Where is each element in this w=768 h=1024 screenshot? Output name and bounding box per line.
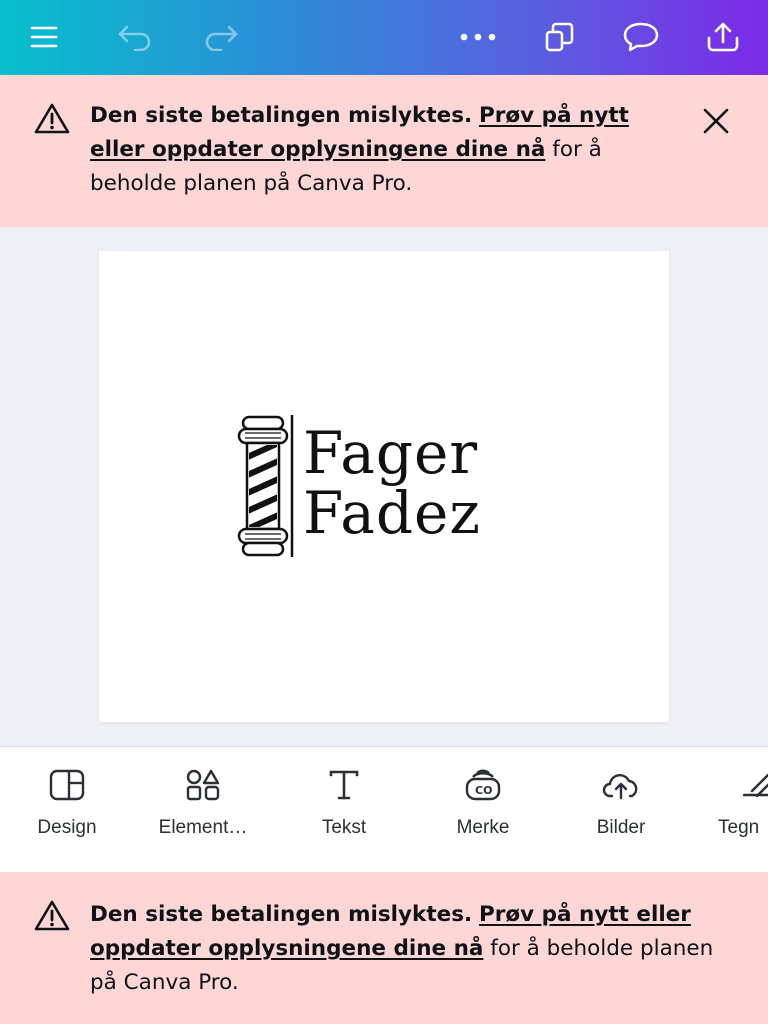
tool-draw-label: Tegn [718,817,760,838]
comment-icon [623,22,659,52]
payment-failed-banner: Den siste betalingen mislyktes. Prøv på … [0,75,768,227]
tool-elements[interactable]: Element… [138,765,268,855]
redo-icon [205,25,238,51]
tool-text[interactable]: Tekst [279,765,409,855]
tool-design-label: Design [37,817,97,838]
tool-brand[interactable]: CO Merke [418,765,548,855]
hamburger-icon [30,26,58,48]
brand-icon: CO [465,769,501,801]
warning-icon [34,103,70,134]
pages-icon [545,22,574,52]
payment-failed-banner-bottom: Den siste betalingen mislyktes. Prøv på … [0,872,768,1024]
logo-line-1: Fager [303,419,479,487]
barber-pole-graphic [237,415,294,557]
tool-draw[interactable]: Tegn [696,765,768,855]
tool-brand-label: Merke [456,817,510,838]
logo-text[interactable]: Fager Fadez [303,423,481,543]
tool-uploads[interactable]: Bilder [556,765,686,855]
redo-button[interactable] [196,12,246,62]
more-options-button[interactable] [453,12,503,62]
design-page[interactable]: Fager Fadez [99,251,669,722]
banner-message: Den siste betalingen mislyktes. Prøv på … [90,898,740,1000]
svg-text:CO: CO [475,784,492,797]
share-button[interactable] [698,12,748,62]
share-upload-icon [707,22,739,52]
tool-elements-label: Element… [158,817,248,838]
close-banner-button[interactable] [696,101,736,141]
upload-cloud-icon [602,774,638,800]
editor-canvas-area: Fager Fadez [0,227,768,746]
banner-message: Den siste betalingen mislyktes. Prøv på … [90,99,680,201]
menu-button[interactable] [19,12,69,62]
close-icon [703,108,729,134]
design-icon [49,769,85,801]
draw-icon [742,773,768,798]
undo-button[interactable] [110,12,160,62]
warning-icon [34,900,70,931]
comment-button[interactable] [616,12,666,62]
banner-lead: Den siste betalingen mislyktes. [90,902,473,927]
tool-uploads-label: Bilder [596,817,646,838]
text-icon [329,770,359,800]
elements-icon [186,769,220,801]
logo-line-2: Fadez [303,479,481,547]
pages-button[interactable] [535,12,585,62]
banner-lead: Den siste betalingen mislyktes. [90,103,473,128]
undo-icon [118,25,151,51]
top-bar [0,0,768,75]
more-horizontal-icon [460,33,496,41]
tool-text-label: Tekst [321,817,367,838]
tool-design[interactable]: Design [2,765,132,855]
bottom-toolbar: Design Element… Tekst CO Merke Bilder Te… [0,746,768,872]
